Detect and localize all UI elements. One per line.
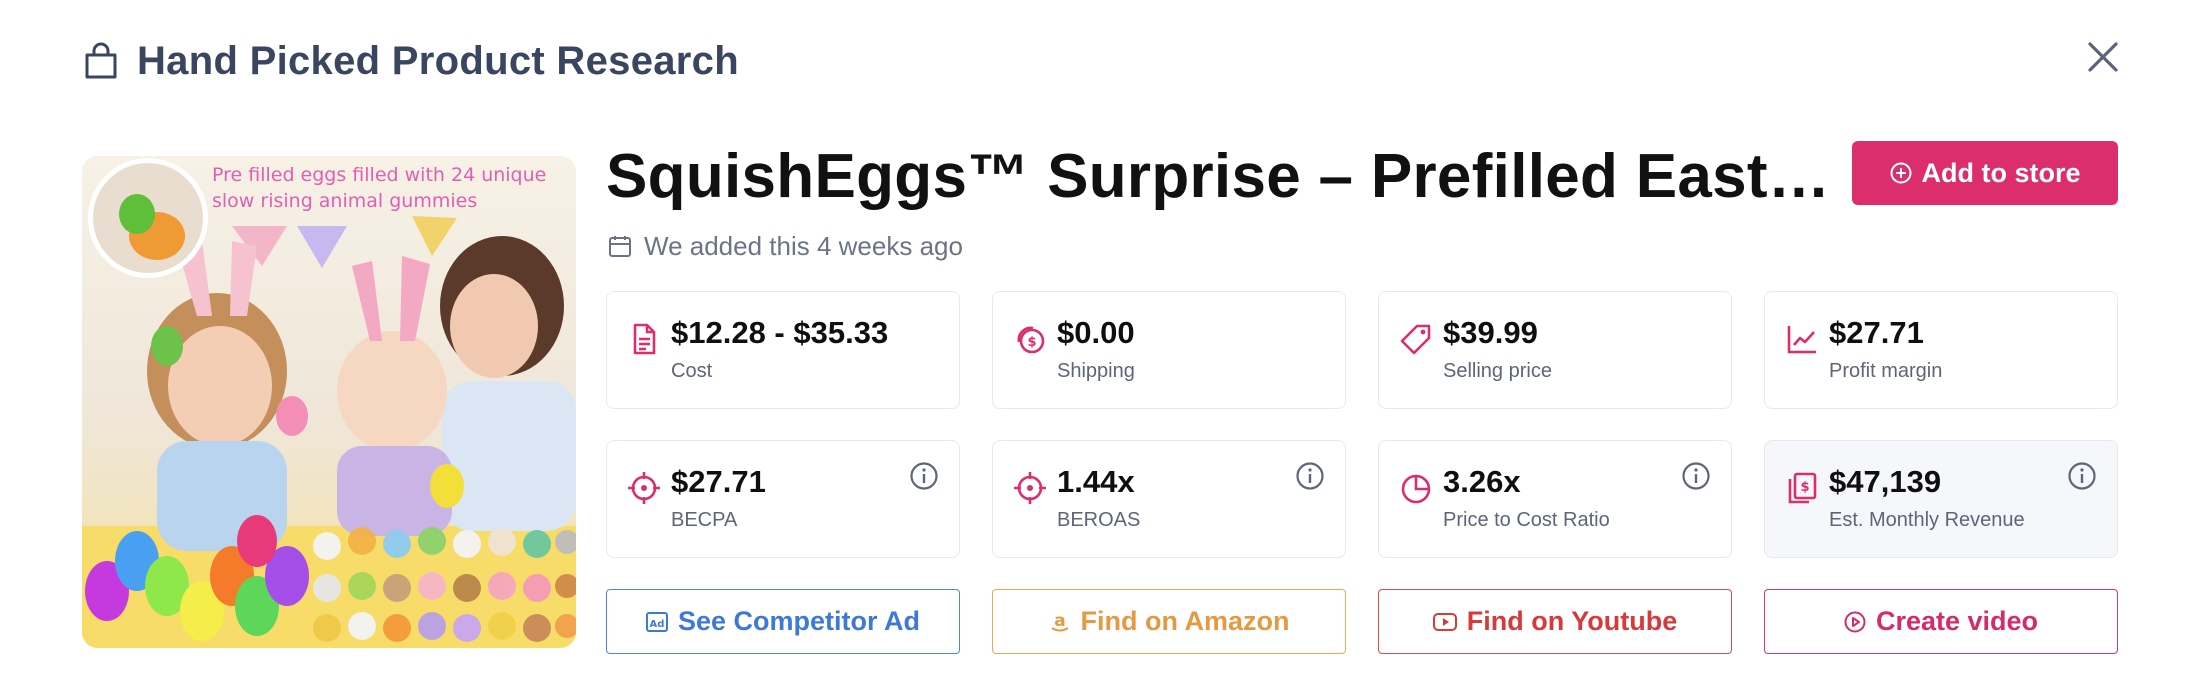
metric-label: BEROAS	[1057, 509, 1141, 531]
action-label: See Competitor Ad	[677, 606, 921, 636]
play-circle-icon	[1844, 611, 1866, 632]
metric-label: Price to Cost Ratio	[1443, 509, 1610, 531]
metric-label: Selling price	[1443, 360, 1552, 382]
added-date: We added this 4 weeks ago	[608, 228, 963, 264]
info-icon[interactable]	[1681, 461, 1711, 491]
svg-text:$: $	[1027, 335, 1036, 350]
find-on-amazon-button[interactable]: a Find on Amazon	[992, 589, 1346, 654]
metric-card-profit-margin: $27.71 Profit margin	[1764, 291, 2118, 409]
add-to-store-button[interactable]: Add to store	[1852, 141, 2118, 205]
metric-label: Est. Monthly Revenue	[1829, 509, 2025, 531]
metric-card-shipping: $ $0.00 Shipping	[992, 291, 1346, 409]
info-icon[interactable]	[1295, 461, 1325, 491]
metric-value: $39.99	[1443, 315, 1538, 350]
close-icon[interactable]	[2082, 36, 2124, 78]
metric-value: 3.26x	[1443, 464, 1521, 499]
action-label: Find on Youtube	[1466, 606, 1678, 636]
product-image: Pre filled eggs filled with 24 unique sl…	[82, 156, 576, 648]
calendar-icon	[609, 236, 631, 257]
added-text: We added this 4 weeks ago	[644, 230, 963, 261]
document-icon	[633, 323, 656, 355]
metric-label: Cost	[671, 360, 713, 382]
tag-icon	[1400, 324, 1431, 355]
youtube-icon	[1432, 612, 1457, 631]
create-video-button[interactable]: Create video	[1764, 589, 2118, 654]
metric-card-cost: $12.28 - $35.33 Cost	[606, 291, 960, 409]
pie-chart-icon	[1401, 474, 1431, 504]
trend-chart-icon	[1787, 326, 1816, 354]
svg-text:$: $	[1800, 480, 1809, 495]
metric-card-becpa: $27.71 BECPA	[606, 440, 960, 558]
metric-card-selling-price: $39.99 Selling price	[1378, 291, 1732, 409]
action-label: Create video	[1875, 606, 2039, 636]
amazon-icon: a	[1050, 611, 1069, 631]
metric-label: Profit margin	[1829, 360, 1943, 382]
see-competitor-ad-button[interactable]: Ad See Competitor Ad	[606, 589, 960, 654]
product-title: SquishEggs™ Surprise – Prefilled East…	[606, 142, 1831, 211]
image-caption: Pre filled eggs filled with 24 unique sl…	[212, 164, 547, 212]
metric-value: $47,139	[1829, 464, 1942, 499]
modal-title: Hand Picked Product Research	[137, 39, 739, 83]
crosshair-icon	[1014, 472, 1046, 504]
add-to-store-label: Add to store	[1921, 157, 2081, 188]
svg-text:Ad: Ad	[650, 619, 665, 630]
metric-value: $27.71	[671, 464, 766, 499]
info-icon[interactable]	[909, 461, 939, 491]
svg-text:a: a	[1054, 611, 1065, 631]
coins-icon: $	[1017, 326, 1045, 354]
metric-card-monthly-revenue: $ $47,139 Est. Monthly Revenue	[1764, 440, 2118, 558]
action-label: Find on Amazon	[1080, 606, 1290, 636]
crosshair-icon	[628, 472, 660, 504]
metric-value: $0.00	[1057, 315, 1135, 350]
money-stack-icon: $	[1788, 472, 1817, 504]
info-icon[interactable]	[2067, 461, 2097, 491]
metric-value: $27.71	[1829, 315, 1924, 350]
metric-card-beroas: 1.44x BEROAS	[992, 440, 1346, 558]
shopping-bag-icon	[85, 42, 117, 79]
product-photo	[82, 156, 576, 648]
find-on-youtube-button[interactable]: Find on Youtube	[1378, 589, 1732, 654]
modal-header: Hand Picked Product Research	[84, 36, 2124, 86]
metric-card-price-cost-ratio: 3.26x Price to Cost Ratio	[1378, 440, 1732, 558]
metric-value: $12.28 - $35.33	[671, 315, 889, 350]
metric-value: 1.44x	[1057, 464, 1135, 499]
plus-circle-icon	[1890, 162, 1911, 184]
metric-label: BECPA	[671, 509, 738, 531]
ad-icon: Ad	[645, 611, 668, 632]
metric-label: Shipping	[1057, 360, 1135, 382]
